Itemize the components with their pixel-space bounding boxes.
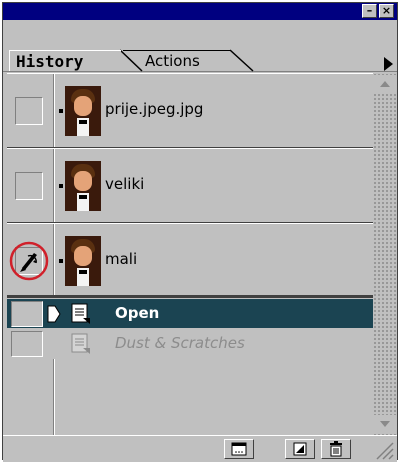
snapshot-marker-icon [59, 184, 63, 188]
trash-icon [330, 441, 342, 457]
tab-actions-edge [229, 49, 254, 72]
palette-menu-arrow-icon[interactable] [384, 57, 393, 71]
snapshot-thumbnail [65, 161, 101, 211]
scroll-track[interactable] [373, 73, 397, 435]
snapshot-row-1[interactable]: prije.jpeg.jpg [7, 73, 373, 148]
history-source-box[interactable] [11, 301, 43, 327]
snapshot-row-2[interactable]: veliki [7, 148, 373, 223]
highlight-circle [9, 241, 49, 281]
scroll-up-arrow-icon[interactable] [374, 75, 396, 93]
history-source-box[interactable] [11, 331, 43, 357]
create-snapshot-button[interactable] [285, 439, 315, 459]
history-palette: – × History Actions prije.jpeg.jpg velik… [2, 2, 398, 462]
snapshot-marker-icon [59, 259, 63, 263]
snapshot-label: veliki [105, 175, 145, 193]
delete-state-button[interactable] [321, 439, 351, 459]
palette-bottom-bar [3, 435, 397, 462]
snapshot-separator [7, 295, 373, 298]
history-list: prije.jpeg.jpg veliki mali Open Dust & S… [7, 73, 373, 435]
tab-history[interactable]: History [9, 50, 121, 71]
close-button[interactable]: × [379, 4, 394, 18]
history-state-dust-scratches[interactable]: Dust & Scratches [7, 329, 373, 358]
column-divider [53, 74, 55, 147]
snapshot-marker-icon [59, 109, 63, 113]
snapshot-label: mali [105, 250, 138, 268]
tab-bar: History Actions [3, 20, 397, 72]
minimize-button[interactable]: – [362, 4, 377, 18]
vertical-scrollbar[interactable] [373, 73, 397, 435]
tab-actions[interactable]: Actions [123, 50, 231, 71]
state-label: Dust & Scratches [115, 334, 245, 352]
palette-title-bar[interactable]: – × [3, 3, 397, 20]
snapshot-thumbnail [65, 86, 101, 136]
history-source-box[interactable] [15, 97, 43, 125]
resize-grip-icon[interactable] [373, 439, 395, 461]
history-state-open[interactable]: Open [7, 299, 373, 328]
snapshot-label: prije.jpeg.jpg [105, 100, 204, 118]
column-divider [53, 359, 55, 435]
state-slider-icon[interactable] [47, 305, 61, 323]
snapshot-thumbnail [65, 236, 101, 286]
snapshot-row-3[interactable]: mali [7, 223, 373, 298]
document-icon [71, 303, 90, 324]
document-icon [71, 333, 90, 354]
history-source-box[interactable] [15, 172, 43, 200]
column-divider [53, 149, 55, 222]
state-label: Open [115, 304, 160, 322]
column-divider [53, 224, 55, 297]
scroll-down-arrow-icon[interactable] [374, 415, 396, 433]
create-document-button[interactable] [224, 439, 254, 459]
new-document-from-state-icon [231, 442, 247, 456]
new-snapshot-icon [293, 442, 307, 456]
